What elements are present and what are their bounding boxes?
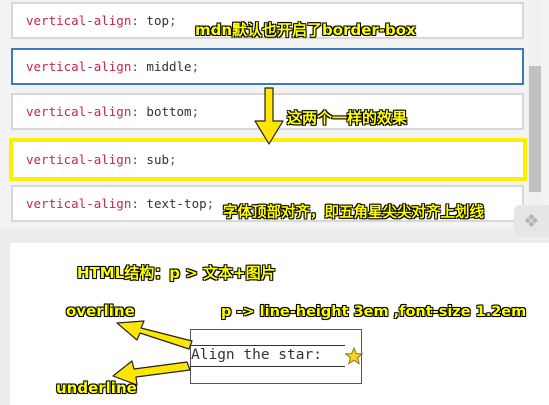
note-structure: HTML结构：p > 文本+图片: [77, 264, 276, 282]
note-text-top: 字体顶部对齐，即五角星尖尖对齐上划线: [223, 205, 484, 221]
overline-arrow: [116, 320, 193, 350]
note-border-box: mdn默认也开启了border-box: [195, 21, 416, 39]
note-line-height: p -> line-height 3em ,font-size 1.2em: [221, 304, 527, 320]
note-overline: overline: [66, 302, 135, 320]
note-underline: underline: [56, 379, 137, 397]
note-same-effect: 这两个一样的效果: [287, 109, 408, 127]
down-arrow: [254, 87, 284, 145]
